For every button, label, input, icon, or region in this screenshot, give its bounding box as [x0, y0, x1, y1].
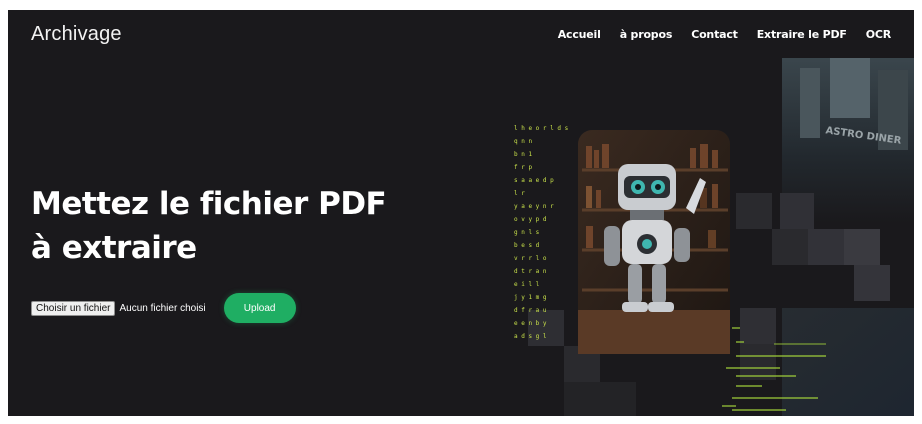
upload-button[interactable]: Upload — [223, 293, 296, 323]
svg-text:s a a e d p: s a a e d p — [514, 177, 554, 184]
svg-text:g n l s: g n l s — [514, 229, 540, 236]
file-upload-row: Choisir un fichier Aucun fichier choisi … — [31, 293, 296, 323]
svg-text:l h e o r l d: l h e o r l d s — [514, 125, 569, 132]
hero-title: Mettez le fichier PDF à extraire — [31, 186, 387, 266]
brand-logo[interactable]: Archivage — [31, 23, 122, 46]
svg-text:b n 1: b n 1 — [514, 151, 532, 158]
svg-text:v r r l o: v r r l o — [514, 255, 547, 262]
matrix-code: l h e o r l d s q n n b n 1 f r p s a a … — [514, 125, 569, 340]
svg-text:o v y p d: o v y p d — [514, 216, 547, 223]
choose-file-button[interactable]: Choisir un fichier — [31, 300, 116, 316]
svg-text:e e n b y: e e n b y — [514, 320, 547, 327]
svg-text:b e s d: b e s d — [514, 242, 540, 249]
svg-text:a d s g l: a d s g l — [514, 333, 547, 340]
robot-photo — [578, 130, 730, 354]
svg-text:f r p: f r p — [514, 164, 532, 171]
nav-link-ocr[interactable]: OCR — [866, 28, 891, 41]
svg-text:e i l l: e i l l — [514, 281, 540, 288]
svg-text:j y 1 m g: j y 1 m g — [514, 294, 547, 301]
svg-text:l r: l r — [514, 190, 525, 197]
page-background: Archivage Accueil à propos Contact Extra… — [8, 10, 914, 416]
nav-link-contact[interactable]: Contact — [691, 28, 738, 41]
sky-photo — [782, 308, 914, 416]
svg-text:q n n: q n n — [514, 138, 532, 145]
nav-link-accueil[interactable]: Accueil — [558, 28, 601, 41]
svg-text:y a e y n r: y a e y n r — [514, 203, 554, 210]
svg-text:d t r a n: d t r a n — [514, 268, 547, 275]
svg-text:d f r a u: d f r a u — [514, 307, 547, 314]
main-nav: Accueil à propos Contact Extraire le PDF… — [558, 28, 891, 41]
file-status-text: Aucun fichier choisi — [119, 302, 206, 314]
nav-link-extraire-pdf[interactable]: Extraire le PDF — [757, 28, 847, 41]
nav-link-a-propos[interactable]: à propos — [620, 28, 673, 41]
hero-illustration: ASTRO DINER l h e o r l d s q n n b n 1 … — [514, 58, 914, 416]
